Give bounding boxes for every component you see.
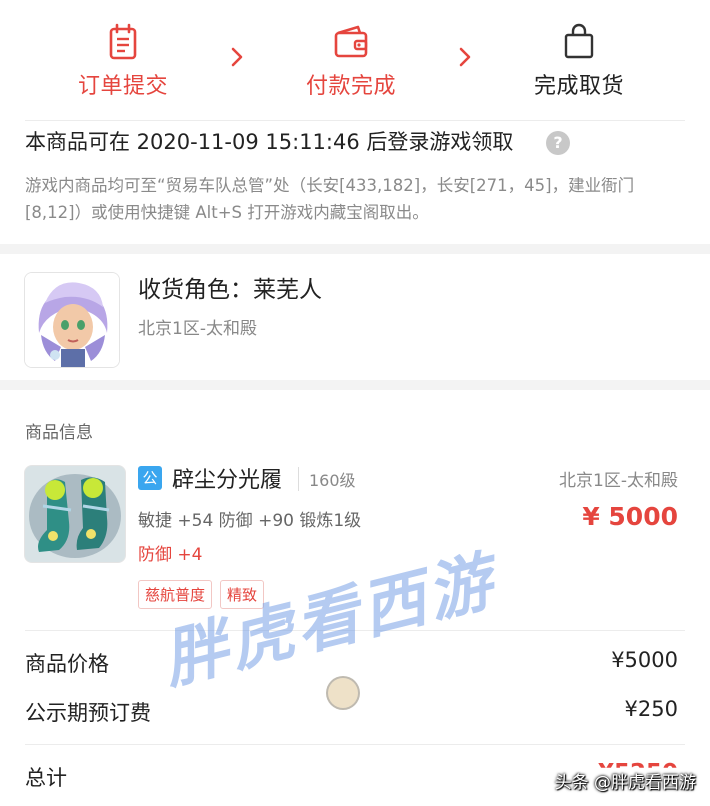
item-level: 160级 xyxy=(298,467,356,491)
step-label: 完成取货 xyxy=(533,74,624,99)
watermark-face-icon xyxy=(326,676,360,710)
receiver-role-title: 收货角色：莱芜人 xyxy=(138,277,322,303)
item-price: ¥ 5000 xyxy=(582,502,678,531)
character-avatar xyxy=(24,272,120,368)
step-label: 订单提交 xyxy=(77,74,168,99)
wallet-icon xyxy=(331,22,371,62)
step-order-submitted: 订单提交 xyxy=(58,22,188,100)
divider xyxy=(25,120,685,121)
section-separator xyxy=(0,380,710,390)
divider xyxy=(25,744,685,745)
item-name[interactable]: 辟尘分光履 xyxy=(172,462,282,494)
bag-icon xyxy=(559,22,599,62)
step-payment-complete: 付款完成 xyxy=(286,22,416,100)
item-attributes: 敏捷 +54 防御 +90 锻炼1级 xyxy=(138,511,362,531)
item-server: 北京1区-太和殿 xyxy=(559,471,678,491)
pickup-notice-description: 游戏内商品均可至“贸易车队总管”处（长安[433,182]，长安[271，45]… xyxy=(25,176,635,222)
chevron-right-icon xyxy=(456,46,474,68)
step-pickup-complete: 完成取货 xyxy=(514,22,644,100)
item-image[interactable] xyxy=(24,465,126,563)
chevron-right-icon xyxy=(228,46,246,68)
receiver-server: 北京1区-太和殿 xyxy=(138,319,257,339)
item-extra-attribute: 防御 +4 xyxy=(138,545,203,565)
price-value: ¥5000 xyxy=(611,648,678,672)
public-badge: 公 xyxy=(138,466,162,490)
watermark-text: 胖虎看西游 xyxy=(155,544,504,699)
step-label: 付款完成 xyxy=(305,74,396,99)
total-label: 总计 xyxy=(25,766,67,790)
watermark-corner: 头条 @胖虎看西游 xyxy=(554,773,696,793)
help-icon[interactable]: ? xyxy=(546,131,570,155)
order-progress-steps: 订单提交 付款完成 完成取货 xyxy=(0,0,710,118)
goods-info-label: 商品信息 xyxy=(25,423,93,443)
section-separator xyxy=(0,244,710,254)
price-label: 商品价格 xyxy=(25,652,109,676)
deposit-fee-value: ¥250 xyxy=(624,697,678,721)
pickup-notice-title: 本商品可在 2020-11-09 15:11:46 后登录游戏领取 xyxy=(25,130,514,154)
clipboard-icon xyxy=(103,22,143,62)
deposit-fee-label: 公示期预订费 xyxy=(25,701,151,725)
